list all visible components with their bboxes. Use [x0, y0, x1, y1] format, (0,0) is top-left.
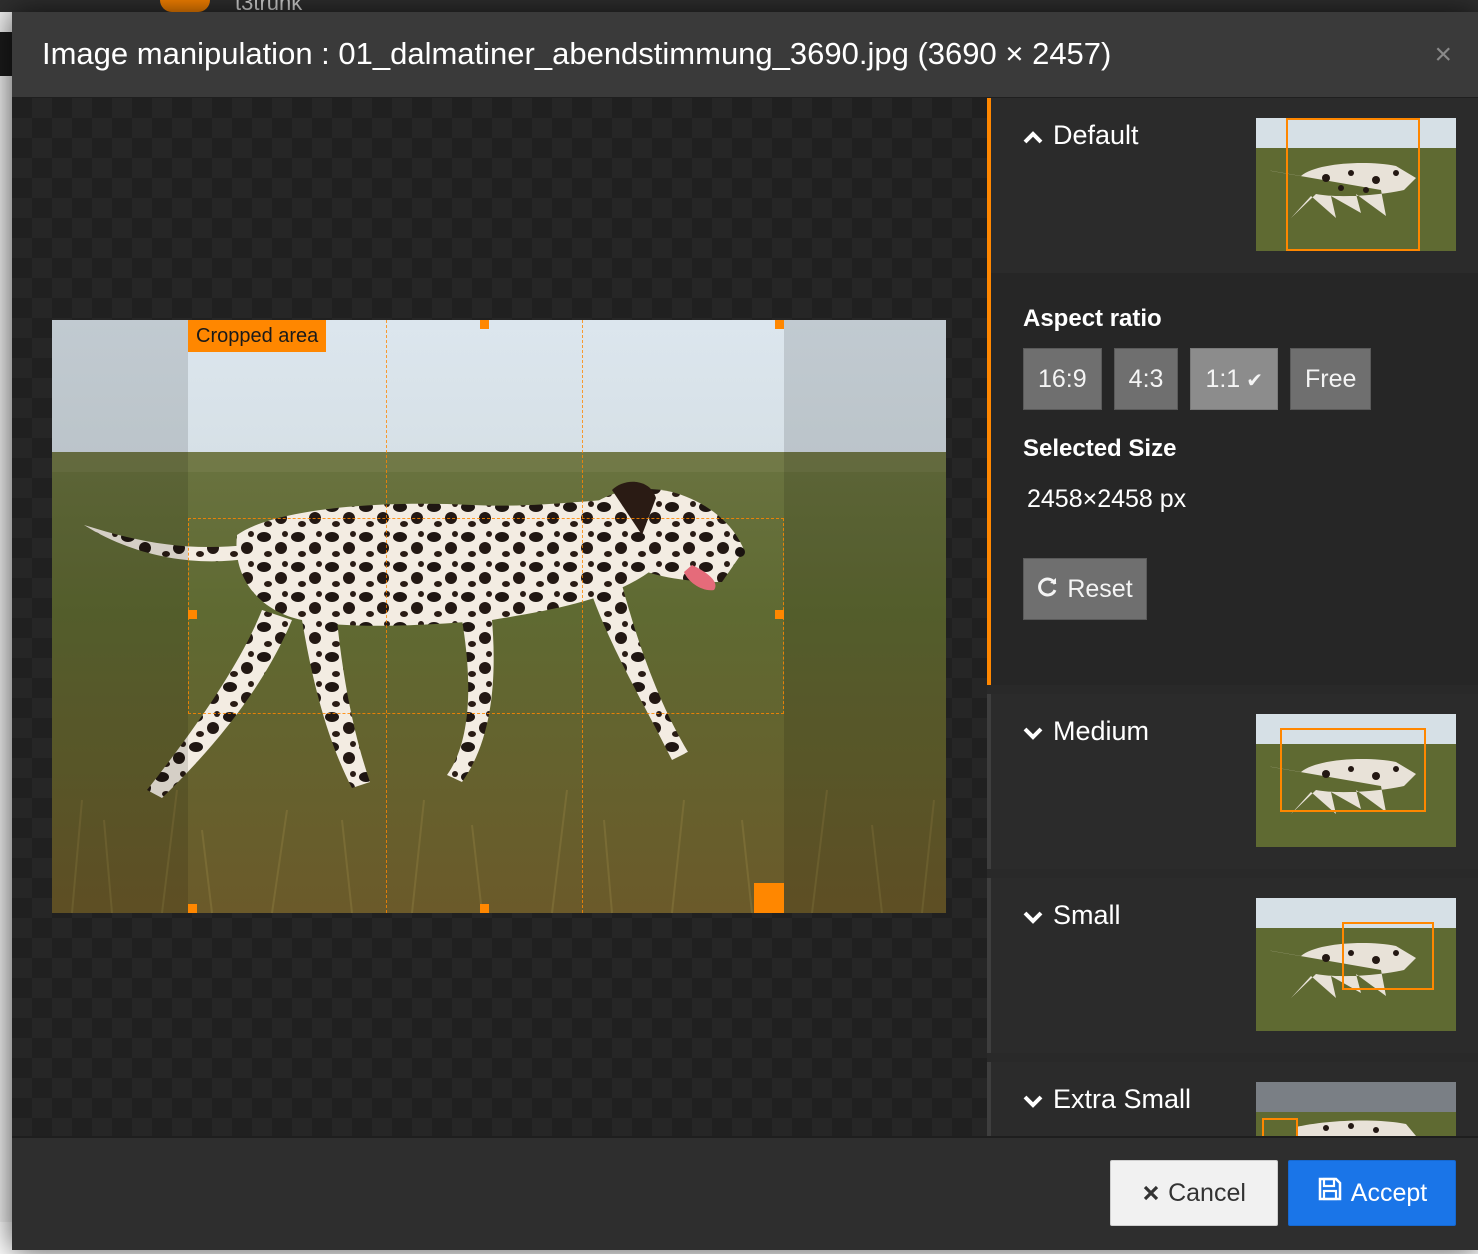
variant-title: Default — [1023, 120, 1139, 151]
variant-panel-default: Default Aspect ratio 16:9 4:3 1:1 ✔ Free… — [987, 98, 1478, 685]
crop-resize-handle[interactable] — [754, 883, 784, 913]
reset-button[interactable]: Reset — [1023, 558, 1147, 620]
save-icon — [1317, 1162, 1343, 1226]
crop-handle-left[interactable] — [188, 610, 197, 619]
variant-thumbnail — [1256, 1082, 1456, 1136]
image-manipulation-modal: Image manipulation : 01_dalmatiner_abend… — [12, 12, 1478, 1250]
variant-header-medium[interactable]: Medium — [991, 694, 1478, 869]
check-icon: ✔ — [1246, 370, 1263, 392]
selected-size-value: 2458×2458 px — [1027, 485, 1187, 513]
crop-handle-top-right[interactable] — [775, 320, 784, 329]
modal-title: Image manipulation : 01_dalmatiner_abend… — [42, 36, 1112, 71]
chevron-up-icon — [1023, 127, 1043, 150]
thumbnail-crop-frame — [1280, 728, 1426, 812]
crop-variants-sidebar: Default Aspect ratio 16:9 4:3 1:1 ✔ Free… — [987, 98, 1478, 1136]
image-stage: Cropped area — [12, 98, 987, 1136]
typo3-logo — [160, 0, 210, 12]
cropped-area-label: Cropped area — [188, 320, 327, 352]
cancel-button[interactable]: Cancel — [1110, 1160, 1278, 1226]
close-icon[interactable]: × — [1434, 40, 1452, 70]
ratio-16-9-button[interactable]: 16:9 — [1023, 348, 1102, 410]
chevron-down-icon — [1023, 907, 1043, 930]
focus-area[interactable] — [188, 518, 784, 714]
selected-size-heading: Selected Size — [1023, 435, 1177, 462]
variant-title: Extra Small — [1023, 1084, 1191, 1115]
variant-settings: Aspect ratio 16:9 4:3 1:1 ✔ Free Selected… — [991, 273, 1478, 685]
variant-header-small[interactable]: Small — [991, 878, 1478, 1053]
variant-title: Medium — [1023, 716, 1149, 747]
background-sidebar — [0, 12, 12, 1254]
outside-crop-right — [784, 320, 946, 913]
aspect-ratio-heading: Aspect ratio — [1023, 305, 1162, 332]
ratio-4-3-button[interactable]: 4:3 — [1113, 348, 1179, 410]
thumbnail-crop-frame — [1342, 922, 1434, 990]
outside-crop-left — [52, 320, 188, 913]
variant-panel-small: Small — [987, 878, 1478, 1053]
aspect-ratio-buttons: 16:9 4:3 1:1 ✔ Free — [1023, 348, 1372, 410]
chevron-down-icon — [1023, 723, 1043, 746]
chevron-down-icon — [1023, 1091, 1043, 1114]
ratio-1-1-button[interactable]: 1:1 ✔ — [1190, 348, 1278, 410]
variant-thumbnail — [1256, 898, 1456, 1031]
ratio-free-button[interactable]: Free — [1289, 348, 1372, 410]
crop-handle-bottom-left[interactable] — [188, 904, 197, 913]
refresh-icon — [1037, 560, 1059, 620]
crop-handle-bottom[interactable] — [480, 904, 489, 913]
modal-header: Image manipulation : 01_dalmatiner_abend… — [12, 12, 1478, 98]
background-topbar: t3trunk — [0, 0, 1478, 15]
variant-title: Small — [1023, 900, 1121, 931]
variant-panel-extra-small: Extra Small — [987, 1062, 1478, 1136]
thumbnail-crop-frame — [1286, 118, 1420, 251]
variant-thumbnail — [1256, 118, 1456, 251]
photo-dalmatian[interactable]: Cropped area — [52, 320, 946, 913]
variant-header-extra-small[interactable]: Extra Small — [991, 1062, 1478, 1136]
variant-thumbnail — [1256, 714, 1456, 847]
modal-footer: Cancel Accept — [12, 1136, 1478, 1250]
variant-panel-medium: Medium — [987, 694, 1478, 869]
accept-button[interactable]: Accept — [1288, 1160, 1456, 1226]
variant-header-default[interactable]: Default — [991, 98, 1478, 273]
thumbnail-crop-frame — [1262, 1118, 1298, 1136]
crop-handle-top[interactable] — [480, 320, 489, 329]
crop-handle-right[interactable] — [775, 610, 784, 619]
close-icon — [1142, 1162, 1160, 1226]
